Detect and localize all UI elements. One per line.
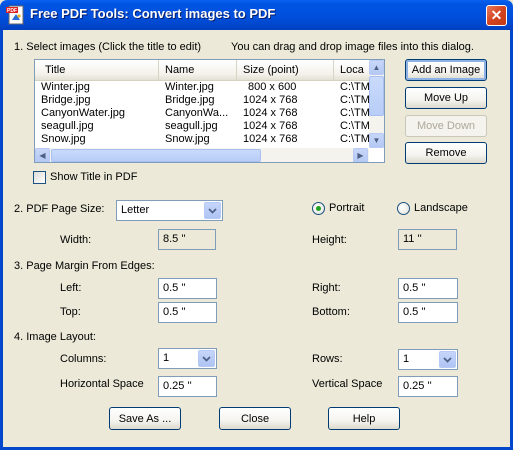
margin-top-label: Top: [60,306,81,318]
horizontal-space-field[interactable]: 0.25 '' [158,376,217,397]
margin-right-label: Right: [312,282,341,294]
cell-name: Snow.jpg [165,133,210,145]
cell-location: C:\TM [340,120,370,132]
vertical-space-label: Vertical Space [312,378,383,390]
column-title[interactable]: Title [35,60,159,80]
cell-name: CanyonWa... [165,107,229,119]
save-as-button[interactable]: Save As ... [109,407,181,430]
columns-value: 1 [163,352,170,364]
drag-drop-hint: You can drag and drop image files into t… [231,41,474,53]
help-button[interactable]: Help [328,407,400,430]
margin-left-field[interactable]: 0.5 '' [158,278,217,299]
landscape-label[interactable]: Landscape [414,202,468,214]
chevron-down-icon[interactable] [204,202,221,219]
image-list[interactable]: Title Name Size (point) Loca Winter.jpg … [34,59,385,163]
cell-title: seagull.jpg [41,120,94,132]
rows-label: Rows: [312,353,343,365]
scroll-up-icon[interactable]: ▲ [369,60,384,75]
cell-title: Bridge.jpg [41,94,91,106]
scroll-right-icon[interactable]: ▶ [353,148,368,162]
cell-size: 800 x 600 [248,81,297,93]
add-image-button[interactable]: Add an Image [405,59,487,81]
chevron-down-icon[interactable] [439,351,456,368]
section-select-images-label: 1. Select images (Click the title to edi… [14,41,202,53]
cell-location: C:\TM [340,133,369,145]
show-title-label[interactable]: Show Title in PDF [50,171,137,183]
cell-size: 1024 x 768 [243,107,298,119]
cell-name: seagull.jpg [165,120,218,132]
cell-location: C:\TM [340,94,370,106]
app-icon: PDF [6,5,26,25]
list-header: Title Name Size (point) Loca [35,60,369,81]
portrait-radio[interactable] [312,202,325,215]
move-down-button[interactable]: Move Down [405,115,487,137]
cell-location: C:\TM [340,81,370,93]
margin-left-label: Left: [60,282,82,294]
scroll-down-icon[interactable]: ▼ [369,133,384,148]
column-location[interactable]: Loca [334,60,374,80]
window-frame-left [0,30,3,450]
close-icon[interactable]: ✕ [486,5,507,26]
column-size[interactable]: Size (point) [237,60,334,80]
cell-name: Bridge.jpg [165,94,215,106]
columns-select[interactable]: 1 [158,348,217,369]
table-row[interactable]: seagull.jpg seagull.jpg 1024 x 768 C:\TM [35,120,370,133]
vertical-scroll-thumb[interactable] [369,76,384,116]
move-up-button[interactable]: Move Up [405,87,487,109]
column-name[interactable]: Name [159,60,237,80]
width-label: Width: [60,234,92,246]
rows-select[interactable]: 1 [398,349,458,370]
table-row[interactable]: Snow.jpg Snow.jpg 1024 x 768 C:\TM [35,133,369,147]
portrait-label[interactable]: Portrait [329,202,364,214]
height-field: 11 '' [398,229,457,250]
margin-bottom-label: Bottom: [312,306,350,318]
columns-label: Columns: [60,353,107,365]
horizontal-scrollbar[interactable]: ◀ ▶ [35,148,369,162]
vertical-scrollbar[interactable]: ▲ ▼ [369,60,384,148]
cell-size: 1024 x 768 [243,94,298,106]
margin-right-field[interactable]: 0.5 '' [398,278,458,299]
cell-name: Winter.jpg [165,81,214,93]
horizontal-space-label: Horizontal Space [60,378,144,390]
width-field: 8.5 '' [158,229,216,250]
show-title-checkbox[interactable] [33,171,46,184]
margins-label: 3. Page Margin From Edges: [14,260,155,272]
vertical-space-field[interactable]: 0.25 '' [398,376,458,397]
rows-value: 1 [403,353,410,365]
remove-button[interactable]: Remove [405,142,487,164]
image-layout-label: 4. Image Layout: [14,331,96,343]
cell-title: CanyonWater.jpg [41,107,125,119]
scroll-left-icon[interactable]: ◀ [35,148,50,162]
page-size-value: Letter [121,204,150,216]
margin-top-field[interactable]: 0.5 '' [158,302,217,323]
close-button[interactable]: Close [219,407,291,430]
cell-location: C:\TM [340,107,370,119]
landscape-radio[interactable] [397,202,410,215]
chevron-down-icon[interactable] [198,350,215,367]
page-size-label: 2. PDF Page Size: [14,203,105,215]
cell-size: 1024 x 768 [243,120,298,132]
cell-size: 1024 x 768 [243,133,298,145]
window-title: Free PDF Tools: Convert images to PDF [30,6,276,21]
margin-bottom-field[interactable]: 0.5 '' [398,302,458,323]
horizontal-scroll-thumb[interactable] [51,149,261,162]
table-row[interactable]: Bridge.jpg Bridge.jpg 1024 x 768 C:\TM [35,94,370,107]
height-label: Height: [312,234,347,246]
cell-title: Winter.jpg [41,81,90,93]
svg-text:PDF: PDF [7,8,17,14]
page-size-select[interactable]: Letter [116,200,223,221]
table-row[interactable]: Winter.jpg Winter.jpg 800 x 600 C:\TM [35,81,370,94]
table-row[interactable]: CanyonWater.jpg CanyonWa... 1024 x 768 C… [35,107,370,120]
cell-title: Snow.jpg [41,133,86,145]
